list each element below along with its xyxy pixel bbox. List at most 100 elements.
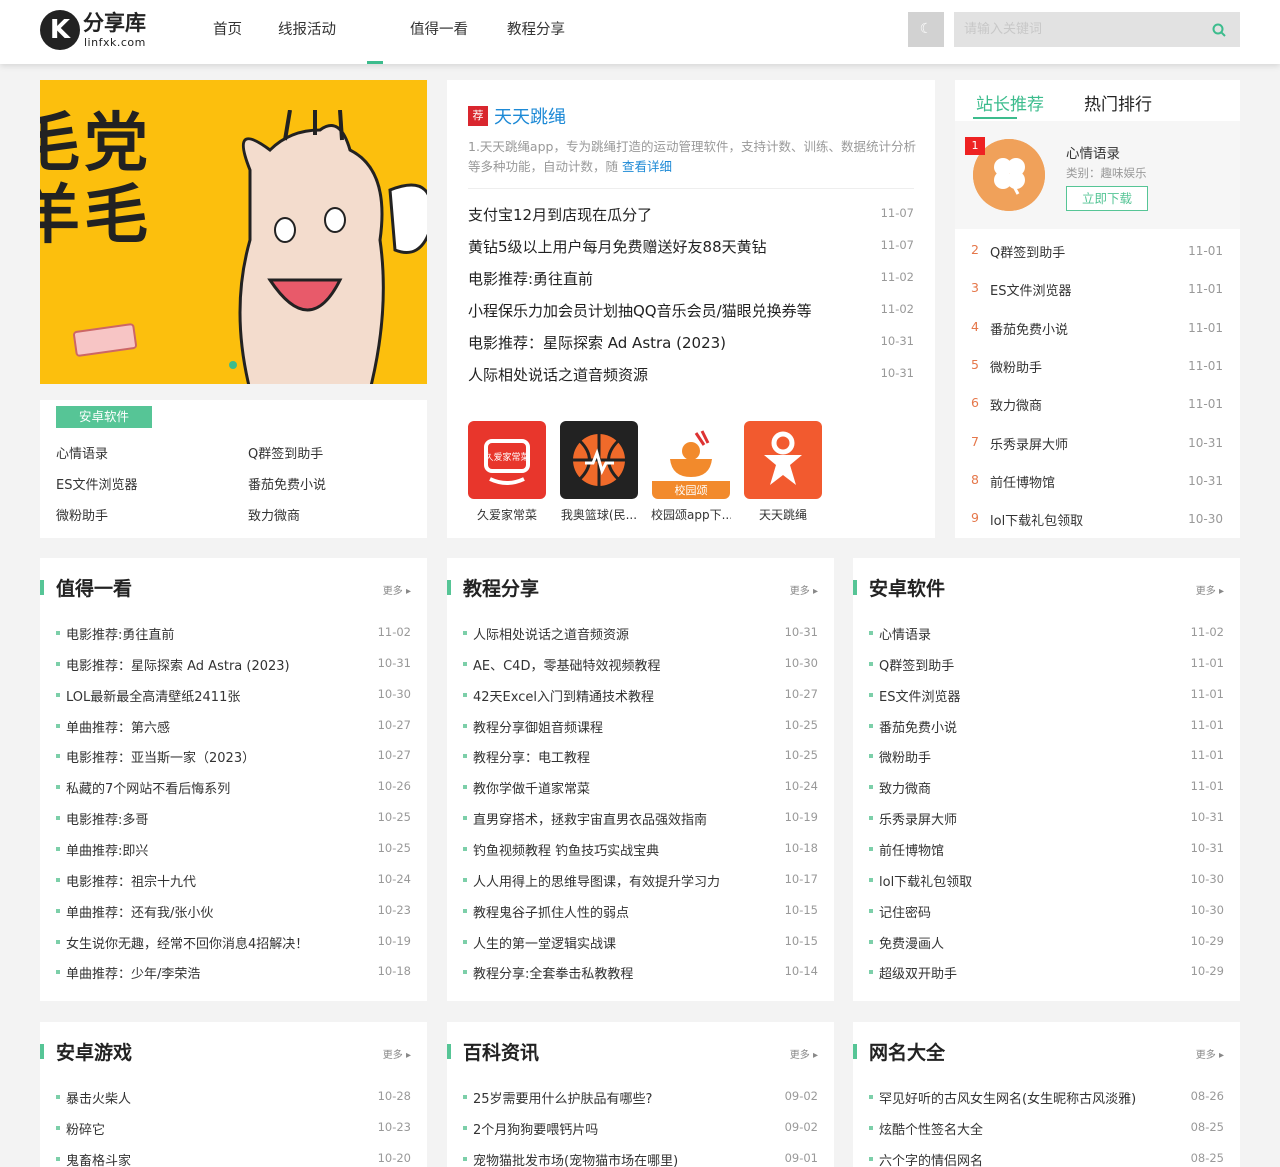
list-item[interactable]: 免费漫画人 10-29 <box>869 933 1224 963</box>
list-item-title[interactable]: Q群签到助手 <box>879 655 954 674</box>
download-button[interactable]: 立即下载 <box>1066 186 1148 211</box>
tab-hot-ranking[interactable]: 热门排行 <box>1084 90 1152 115</box>
app-card[interactable]: 久爱家常菜 久爱家常菜 <box>467 421 547 523</box>
list-item-title[interactable]: 单曲推荐:即兴 <box>66 840 148 859</box>
list-item[interactable]: 私藏的7个网站不看后悔系列 10-26 <box>56 778 411 808</box>
featured-item-title[interactable]: 黄钻5级以上用户每月免费赠送好友88天黄钻 <box>468 236 767 257</box>
list-item[interactable]: 人生的第一堂逻辑实战课 10-15 <box>463 933 818 963</box>
list-item-title[interactable]: 前任博物馆 <box>879 840 944 859</box>
app-icon[interactable] <box>560 421 638 499</box>
app-name[interactable]: 天天跳绳 <box>743 506 823 523</box>
list-item-title[interactable]: lol下载礼包领取 <box>879 871 972 890</box>
app-icon[interactable]: 校园颂 <box>652 421 730 499</box>
search-icon[interactable] <box>1212 23 1226 37</box>
list-item-title[interactable]: 教程分享御姐音频课程 <box>473 717 603 736</box>
list-item[interactable]: 电影推荐:多哥 10-25 <box>56 809 411 839</box>
list-item-title[interactable]: 教程鬼谷子抓住人性的弱点 <box>473 902 629 921</box>
list-item[interactable]: 2个月狗狗要喂钙片吗 09-02 <box>463 1119 818 1149</box>
dark-mode-toggle[interactable]: ☾ <box>908 12 944 47</box>
rank-item-name[interactable]: ES文件浏览器 <box>990 280 1071 299</box>
featured-item-title[interactable]: 支付宝12月到店现在瓜分了 <box>468 204 652 225</box>
list-item[interactable]: 人人用得上的思维导图课，有效提升学习力 10-17 <box>463 871 818 901</box>
rank-item-name[interactable]: 番茄免费小说 <box>990 319 1068 338</box>
list-item[interactable]: 乐秀录屏大师 10-31 <box>869 809 1224 839</box>
list-item[interactable]: 单曲推荐:即兴 10-25 <box>56 840 411 870</box>
nav-item-tutorials[interactable]: 教程分享 <box>507 0 565 64</box>
featured-item-title[interactable]: 电影推荐:勇往直前 <box>468 268 593 289</box>
list-item-title[interactable]: 乐秀录屏大师 <box>879 809 957 828</box>
app-icon[interactable] <box>744 421 822 499</box>
list-item[interactable]: 暴击火柴人 10-28 <box>56 1088 411 1118</box>
list-item-title[interactable]: 记住密码 <box>879 902 931 921</box>
category-link[interactable]: Q群签到助手 <box>248 443 323 462</box>
app-name[interactable]: 校园颂app下... <box>651 506 731 523</box>
rank-item-name[interactable]: lol下载礼包领取 <box>990 510 1083 529</box>
list-item-title[interactable]: 钓鱼视频教程 钓鱼技巧实战宝典 <box>473 840 659 859</box>
rank-item-name[interactable]: 致力微商 <box>990 395 1042 414</box>
category-link[interactable]: 心情语录 <box>56 443 108 462</box>
featured-list-item[interactable]: 支付宝12月到店现在瓜分了 11-07 <box>468 204 914 236</box>
list-item-title[interactable]: 罕见好听的古风女生网名(女生昵称古风淡雅) <box>879 1088 1136 1107</box>
list-item[interactable]: 罕见好听的古风女生网名(女生昵称古风淡雅) 08-26 <box>869 1088 1224 1118</box>
nav-item-home[interactable]: 首页 <box>213 0 242 64</box>
nav-item-worth-seeing[interactable]: 值得一看 <box>410 0 468 64</box>
list-item[interactable]: ES文件浏览器 11-01 <box>869 686 1224 716</box>
list-item-title[interactable]: 25岁需要用什么护肤品有哪些? <box>473 1088 652 1107</box>
list-item[interactable]: 电影推荐：星际探索 Ad Astra (2023) 10-31 <box>56 655 411 685</box>
list-item[interactable]: 教程分享御姐音频课程 10-25 <box>463 717 818 747</box>
list-item-title[interactable]: 教程分享:全套拳击私教教程 <box>473 963 633 982</box>
list-item[interactable]: 人际相处说话之道音频资源 10-31 <box>463 624 818 654</box>
featured-list-item[interactable]: 人际相处说话之道音频资源 10-31 <box>468 364 914 396</box>
more-link[interactable]: 更多 ▸ <box>383 582 411 597</box>
list-item-title[interactable]: 单曲推荐：少年/李荣浩 <box>66 963 200 982</box>
list-item[interactable]: 单曲推荐：还有我/张小伙 10-23 <box>56 902 411 932</box>
list-item[interactable]: 教程分享：电工教程 10-25 <box>463 747 818 777</box>
app-icon[interactable]: 久爱家常菜 <box>468 421 546 499</box>
featured-list-item[interactable]: 电影推荐：星际探索 Ad Astra (2023) 10-31 <box>468 332 914 364</box>
list-item-title[interactable]: ES文件浏览器 <box>879 686 960 705</box>
list-item-title[interactable]: 单曲推荐：第六感 <box>66 717 170 736</box>
list-item-title[interactable]: AE、C4D，零基础特效视频教程 <box>473 655 660 674</box>
list-item[interactable]: 42天Excel入门到精通技术教程 10-27 <box>463 686 818 716</box>
list-item-title[interactable]: 42天Excel入门到精通技术教程 <box>473 686 654 705</box>
category-link[interactable]: 致力微商 <box>248 505 300 524</box>
more-link[interactable]: 更多 ▸ <box>790 582 818 597</box>
app-name[interactable]: 我奥篮球(民... <box>559 506 639 523</box>
list-item-title[interactable]: 女生说你无趣，经常不回你消息4招解决！ <box>66 933 308 952</box>
list-item[interactable]: lol下载礼包领取 10-30 <box>869 871 1224 901</box>
list-item-title[interactable]: 粉碎它 <box>66 1119 105 1138</box>
list-item-title[interactable]: 番茄免费小说 <box>879 717 957 736</box>
rank-list-item[interactable]: 9 lol下载礼包领取 10-30 <box>971 510 1223 548</box>
list-item[interactable]: 钓鱼视频教程 钓鱼技巧实战宝典 10-18 <box>463 840 818 870</box>
list-item-title[interactable]: 人际相处说话之道音频资源 <box>473 624 629 643</box>
list-item-title[interactable]: 免费漫画人 <box>879 933 944 952</box>
rank-item-name[interactable]: 微粉助手 <box>990 357 1042 376</box>
more-link[interactable]: 更多 ▸ <box>383 1046 411 1061</box>
rank-list-item[interactable]: 4 番茄免费小说 11-01 <box>971 319 1223 357</box>
nav-item-deals[interactable]: 线报活动 <box>278 0 336 64</box>
list-item[interactable]: 单曲推荐：第六感 10-27 <box>56 717 411 747</box>
list-item-title[interactable]: 六个字的情侣网名 <box>879 1150 983 1167</box>
list-item-title[interactable]: 致力微商 <box>879 778 931 797</box>
list-item[interactable]: 电影推荐：亚当斯一家（2023） 10-27 <box>56 747 411 777</box>
featured-list-item[interactable]: 小程保乐力加会员计划抽QQ音乐会员/猫眼兑换券等 11-02 <box>468 300 914 332</box>
list-item-title[interactable]: 宠物猫批发市场(宠物猫市场在哪里) <box>473 1150 678 1167</box>
rank-list-item[interactable]: 8 前任博物馆 10-31 <box>971 472 1223 510</box>
rank-list-item[interactable]: 5 微粉助手 11-01 <box>971 357 1223 395</box>
site-logo[interactable]: K 分享库 linfxk.com <box>40 10 150 52</box>
carousel-indicator[interactable] <box>229 361 237 369</box>
list-item-title[interactable]: 人生的第一堂逻辑实战课 <box>473 933 616 952</box>
category-link[interactable]: ES文件浏览器 <box>56 474 137 493</box>
rank-list-item[interactable]: 7 乐秀录屏大师 10-31 <box>971 434 1223 472</box>
category-tag[interactable]: 安卓软件 <box>56 406 152 428</box>
list-item-title[interactable]: LOL最新最全高清壁纸2411张 <box>66 686 240 705</box>
list-item-title[interactable]: 私藏的7个网站不看后悔系列 <box>66 778 230 797</box>
tab-recommend[interactable]: 站长推荐 <box>976 90 1044 115</box>
list-item[interactable]: 前任博物馆 10-31 <box>869 840 1224 870</box>
rank-item-name[interactable]: 前任博物馆 <box>990 472 1055 491</box>
featured-item-title[interactable]: 小程保乐力加会员计划抽QQ音乐会员/猫眼兑换券等 <box>468 300 812 321</box>
list-item-title[interactable]: 教程分享：电工教程 <box>473 747 590 766</box>
list-item[interactable]: 教你学做千道家常菜 10-24 <box>463 778 818 808</box>
list-item[interactable]: 25岁需要用什么护肤品有哪些? 09-02 <box>463 1088 818 1118</box>
list-item[interactable]: 记住密码 10-30 <box>869 902 1224 932</box>
